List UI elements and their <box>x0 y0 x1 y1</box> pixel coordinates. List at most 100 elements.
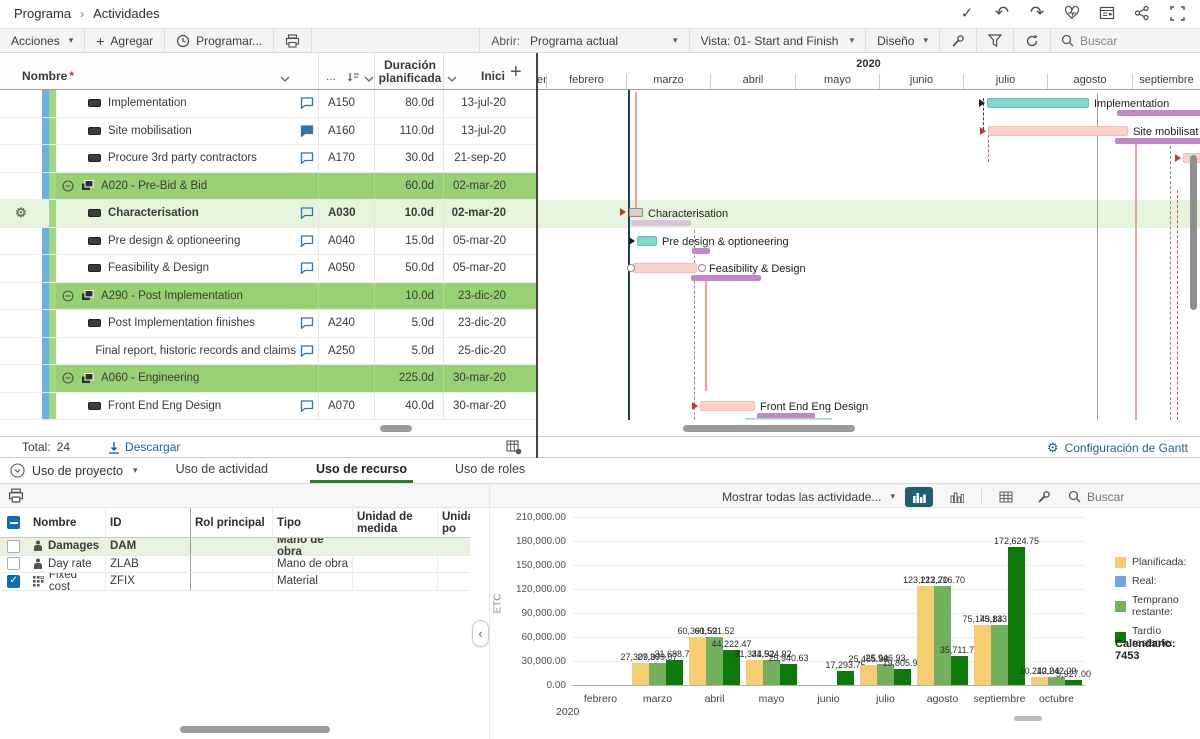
abrir-dropdown[interactable]: Abrir: Programa actual ▾ <box>479 29 688 52</box>
activity-row[interactable]: Pre design & optioneeringA04015.0d05-mar… <box>0 228 537 256</box>
activity-name-cell: Site mobilisation <box>56 118 296 145</box>
redo-icon[interactable]: ↷ <box>1028 4 1046 22</box>
row-checkbox[interactable] <box>7 575 20 588</box>
chart-ytick: 180,000.00 <box>494 536 566 547</box>
grid-gantt-divider[interactable] <box>536 53 538 458</box>
fullscreen-icon[interactable] <box>1168 4 1186 22</box>
gantt-bar[interactable] <box>987 98 1089 108</box>
chart-bar-value: 5,927.00 <box>1056 669 1091 679</box>
resource-col-header[interactable]: ID <box>105 508 190 537</box>
resource-row[interactable]: Fixed costZFIXMaterial <box>0 573 470 591</box>
material-icon <box>33 576 44 587</box>
chevron-down-icon[interactable] <box>280 76 290 82</box>
activity-row[interactable]: Post Implementation finishesA2405.0d23-d… <box>0 310 537 338</box>
table-options-icon[interactable] <box>506 440 522 455</box>
gantt-hscrollbar[interactable] <box>683 425 855 432</box>
resource-hscrollbar[interactable] <box>180 726 330 733</box>
resource-uom-cell <box>352 573 437 590</box>
share-icon[interactable] <box>1133 4 1151 22</box>
comment-icon <box>300 345 314 357</box>
resource-col-header[interactable]: Unidad de medida <box>352 508 437 537</box>
grid-hscrollbar[interactable] <box>380 425 412 432</box>
filter-button[interactable] <box>976 29 1013 52</box>
usage-print-button[interactable] <box>8 488 24 503</box>
resource-usage-chart: ETC0.0030,000.0060,000.0090,000.00120,00… <box>490 512 1200 734</box>
resource-col-header[interactable]: Nombre <box>27 508 105 537</box>
activity-name-cell: Characterisation <box>56 200 296 227</box>
search-input[interactable] <box>1080 34 1190 48</box>
usage-search-input[interactable] <box>1087 490 1192 504</box>
show-activities-dropdown[interactable]: Mostrar todas las actividade... ▾ <box>722 490 895 504</box>
row-checkbox[interactable] <box>7 557 20 570</box>
gantt-bar[interactable] <box>988 126 1128 136</box>
health-heart-icon[interactable] <box>1063 4 1081 22</box>
gantt-vscrollbar[interactable] <box>1190 155 1197 310</box>
breadcrumb-program[interactable]: Programa <box>14 6 71 21</box>
programar-button[interactable]: Programar... <box>165 29 274 52</box>
activity-row[interactable]: A060 - Engineering225.0d30-mar-20 <box>0 365 537 393</box>
print-button[interactable] <box>274 29 312 52</box>
tab-uso-de-roles[interactable]: Uso de roles <box>449 458 531 483</box>
chart-hscrollbar[interactable] <box>1014 716 1042 721</box>
tab-uso-de-recurso[interactable]: Uso de recurso <box>310 458 413 483</box>
comment-icon <box>300 262 314 274</box>
activity-row[interactable]: Procure 3rd party contractorsA17030.0d21… <box>0 145 537 173</box>
gantt-bar[interactable] <box>637 236 657 246</box>
link-arrow-icon <box>980 127 990 135</box>
collapse-panel-button[interactable]: ‹ <box>472 620 489 647</box>
resource-type-cell: Mano de obra <box>272 556 352 573</box>
usage-tools-button[interactable] <box>1030 487 1058 507</box>
refresh-button[interactable] <box>1013 29 1050 52</box>
activity-row[interactable]: Final report, historic records and claim… <box>0 338 537 366</box>
undo-icon[interactable]: ↶ <box>993 4 1011 22</box>
activity-row[interactable]: A020 - Pre-Bid & Bid60.0d02-mar-20 <box>0 173 537 201</box>
activity-row[interactable]: Site mobilisationA160110.0d13-jul-20 <box>0 118 537 146</box>
acciones-menu[interactable]: Acciones ▾ <box>0 29 85 52</box>
stacked-histogram-button[interactable] <box>905 487 933 507</box>
activity-row[interactable]: ⚙CharacterisationA03010.0d02-mar-20 <box>0 200 537 228</box>
add-column-icon[interactable]: + <box>510 61 522 84</box>
vista-dropdown[interactable]: Vista: 01- Start and Finish ▾ <box>689 29 866 52</box>
agregar-button[interactable]: + Agregar <box>85 29 165 52</box>
toolbar-search[interactable] <box>1050 29 1200 52</box>
chevron-down-icon[interactable] <box>364 76 374 82</box>
row-strip-green <box>49 90 56 117</box>
gear-icon[interactable]: ⚙ <box>15 205 27 221</box>
resource-col-header[interactable]: Unidad po <box>437 508 470 537</box>
sort-icon[interactable] <box>347 71 360 83</box>
chart-xtick: abril <box>686 693 743 705</box>
resource-col-header[interactable]: Rol principal <box>190 508 272 537</box>
resource-col-header[interactable]: Tipo <box>272 508 352 537</box>
outline-histogram-button[interactable] <box>943 487 971 507</box>
diseno-menu[interactable]: Diseño ▾ <box>865 29 939 52</box>
resource-row[interactable]: Day rateZLABMano de obra <box>0 556 470 574</box>
gantt-settings-link[interactable]: ⚙ Configuración de Gantt <box>1047 440 1188 456</box>
comment-cell <box>296 283 318 310</box>
progress-chip[interactable] <box>629 208 643 217</box>
column-header-duracion[interactable]: Duraciónplanificada <box>378 59 442 85</box>
resource-row[interactable]: DamagesDAMMano de obra <box>0 538 470 556</box>
activity-name-cell: A060 - Engineering <box>56 365 296 392</box>
check-icon[interactable]: ✓ <box>958 4 976 22</box>
activity-start-cell: 13-jul-20 <box>443 118 537 145</box>
gantt-bar[interactable] <box>633 263 697 273</box>
tools-button[interactable] <box>939 29 976 52</box>
column-header-inicio[interactable]: Inici <box>455 69 505 83</box>
tab-uso-de-actividad[interactable]: Uso de actividad <box>170 458 274 483</box>
timeline-month-febrero: febrero <box>546 74 626 89</box>
download-link[interactable]: Descargar <box>108 440 180 454</box>
row-checkbox[interactable] <box>7 540 20 553</box>
gantt-bar[interactable] <box>700 401 755 411</box>
activity-row[interactable]: Feasibility & DesignA05050.0d05-mar-20 <box>0 255 537 283</box>
select-all-checkbox[interactable] <box>7 516 20 529</box>
usage-search[interactable] <box>1068 490 1192 504</box>
activity-row[interactable]: Front End Eng DesignA07040.0d30-mar-20 <box>0 393 537 421</box>
usage-type-dropdown[interactable]: Uso de proyecto ▾ <box>0 458 152 483</box>
panel-icon[interactable] <box>1098 4 1116 22</box>
spreadsheet-button[interactable] <box>992 487 1020 507</box>
activity-table: ImplementationA15080.0d13-jul-20Site mob… <box>0 90 537 420</box>
activity-row[interactable]: A290 - Post Implementation10.0d23-dic-20 <box>0 283 537 311</box>
column-header-nombre[interactable]: Nombre* <box>22 69 74 83</box>
activity-row[interactable]: ImplementationA15080.0d13-jul-20 <box>0 90 537 118</box>
column-header-dots[interactable]: ... <box>326 69 336 83</box>
